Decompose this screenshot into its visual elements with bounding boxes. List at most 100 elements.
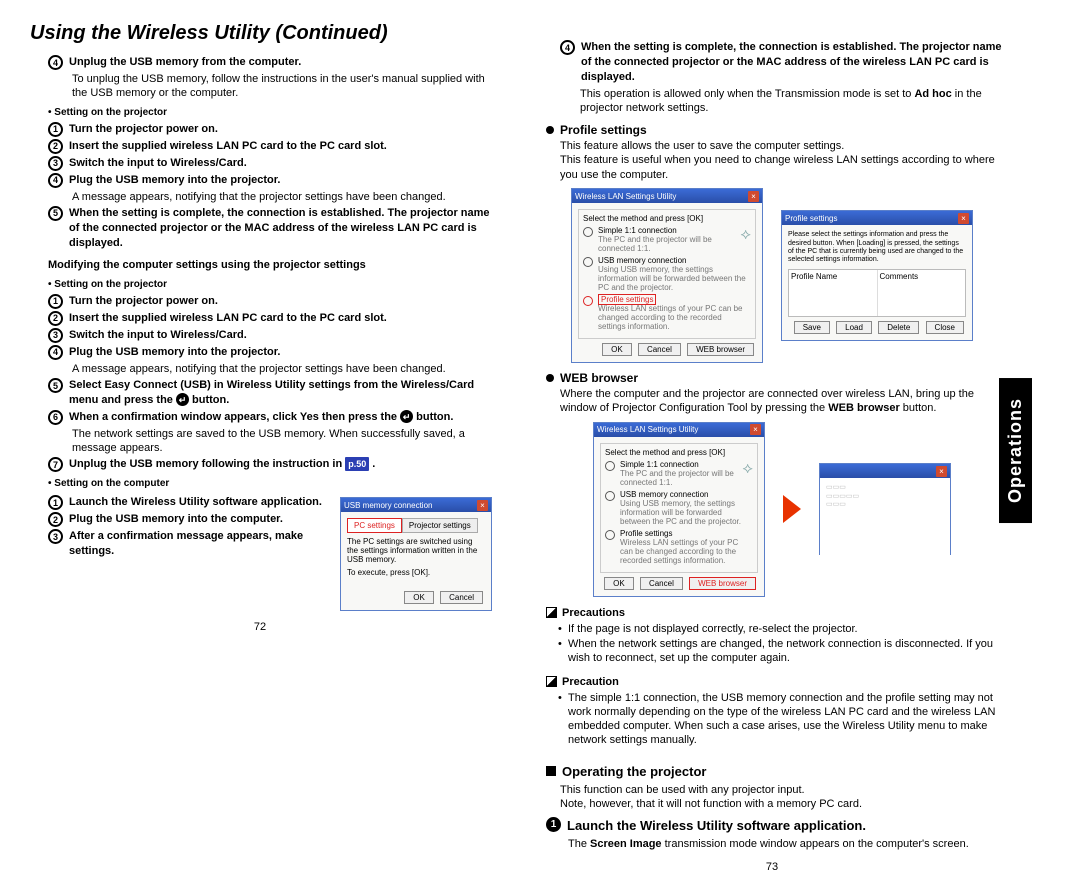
figB-close-button[interactable]: Close: [926, 321, 964, 334]
figB-colB: Comments: [878, 270, 966, 316]
radio-usb-c[interactable]: [605, 491, 615, 501]
substep-1-icon: 1: [48, 122, 63, 137]
figB-save-button[interactable]: Save: [794, 321, 830, 334]
m-sp2: Insert the supplied wireless LAN PC card…: [69, 312, 387, 324]
side-tab-operations: Operations: [999, 378, 1032, 523]
launch-detail-b: transmission mode window appears on the …: [662, 838, 969, 850]
figA-ok-button[interactable]: OK: [602, 343, 632, 356]
operating-p1: This function can be used with any proje…: [560, 783, 1004, 797]
section-square-icon: [546, 766, 556, 776]
fig1-line1: The PC settings are switched using the s…: [347, 537, 485, 564]
m-sp4-detail: A message appears, notifying that the pr…: [72, 362, 492, 376]
substep-2-icon: 2: [48, 139, 63, 154]
radio-usb[interactable]: [583, 257, 593, 267]
figA-opt2: USB memory connection: [598, 256, 686, 265]
setting-on-projector-label-1: • Setting on the projector: [48, 107, 492, 118]
figC-opt3-desc: Wireless LAN settings of your PC can be …: [620, 538, 753, 565]
figC-opt1: Simple 1:1 connection: [620, 460, 699, 469]
wifi-icon: ⟡: [740, 226, 751, 244]
operating-p2: Note, however, that it will not function…: [560, 797, 1004, 811]
precaution-icon: [546, 676, 557, 687]
profile-p1: This feature allows the user to save the…: [560, 139, 1004, 153]
close-icon[interactable]: ×: [750, 424, 761, 435]
r-substep-4-icon: 4: [560, 40, 575, 55]
radio-simple11[interactable]: [583, 227, 593, 237]
figC-opt2: USB memory connection: [620, 490, 708, 499]
radio-profile-c[interactable]: [605, 530, 615, 540]
close-icon[interactable]: ×: [958, 213, 969, 224]
setting-on-projector-label-2: • Setting on the projector: [48, 279, 492, 290]
figA-opt3-desc: Wireless LAN settings of your PC can be …: [598, 304, 751, 331]
close-icon[interactable]: ×: [748, 191, 759, 202]
c-substep-3-icon: 3: [48, 529, 63, 544]
precautions-label: Precautions: [562, 607, 625, 619]
close-icon[interactable]: ×: [477, 500, 488, 511]
sp3: Switch the input to Wireless/Card.: [69, 157, 247, 169]
operating-head: Operating the projector: [562, 764, 706, 779]
sp5: When the setting is complete, the connec…: [69, 207, 490, 249]
close-icon[interactable]: ×: [936, 466, 947, 477]
fig1-line2: To execute, press [OK].: [347, 568, 485, 577]
page-number-left: 72: [28, 621, 492, 633]
comp2: Plug the USB memory into the computer.: [69, 513, 283, 525]
m-substep-2-icon: 2: [48, 311, 63, 326]
wifi-icon: ⟡: [742, 460, 753, 478]
m-sp1: Turn the projector power on.: [69, 295, 218, 307]
sc5: Select Easy Connect (USB) in Wireless Ut…: [69, 379, 474, 406]
web-p-bold: WEB browser: [828, 402, 900, 414]
sc6-detail: The network settings are saved to the US…: [72, 427, 492, 456]
m-substep-3-icon: 3: [48, 328, 63, 343]
bullet-icon: [546, 374, 554, 382]
radio-simple11-c[interactable]: [605, 461, 615, 471]
m-substep-4-icon: 4: [48, 345, 63, 360]
figA-cancel-button[interactable]: Cancel: [638, 343, 681, 356]
figB-title: Profile settings: [785, 214, 837, 223]
r4-detail-a: This operation is allowed only when the …: [580, 88, 914, 100]
figA-opt2-desc: Using USB memory, the settings informati…: [598, 265, 751, 292]
usb-memory-dialog: USB memory connection× PC settings Proje…: [340, 497, 492, 611]
sp1: Turn the projector power on.: [69, 123, 218, 135]
comp1: Launch the Wireless Utility software app…: [69, 496, 322, 508]
m-substep-6-icon: 6: [48, 410, 63, 425]
precaution-txt: The simple 1:1 connection, the USB memor…: [558, 691, 1004, 748]
radio-profile[interactable]: [583, 296, 593, 306]
fig1-ok-button[interactable]: OK: [404, 591, 434, 604]
setting-on-computer-label: • Setting on the computer: [48, 478, 492, 489]
profile-p2: This feature is useful when you need to …: [560, 153, 1004, 182]
enter-icon-2: ↵: [400, 410, 413, 423]
bullet-icon: [546, 126, 554, 134]
sc5-end: button.: [189, 394, 229, 406]
figA-web-button[interactable]: WEB browser: [687, 343, 754, 356]
figC-title: Wireless LAN Settings Utility: [597, 425, 698, 434]
figB-colA: Profile Name: [789, 270, 878, 316]
figB-delete-button[interactable]: Delete: [878, 321, 919, 334]
figC-cancel-button[interactable]: Cancel: [640, 577, 683, 590]
figC-web-button[interactable]: WEB browser: [689, 577, 756, 590]
web-browser-head: WEB browser: [560, 371, 638, 385]
wireless-lan-settings-dialog-2: Wireless LAN Settings Utility × Select th…: [593, 422, 765, 597]
fig1-tab-pcsettings[interactable]: PC settings: [347, 518, 402, 533]
sp4-detail: A message appears, notifying that the pr…: [72, 190, 492, 204]
profile-settings-dialog: Profile settings × Please select the sett…: [781, 210, 973, 341]
figC-opt1-desc: The PC and the projector will be connect…: [620, 469, 737, 487]
m-substep-7-icon: 7: [48, 457, 63, 472]
launch-step: Launch the Wireless Utility software app…: [567, 818, 866, 833]
sc7-end: .: [369, 458, 375, 470]
prec-b: When the network settings are changed, t…: [558, 637, 1004, 666]
page-title: Using the Wireless Utility (Continued): [30, 22, 492, 45]
figB-load-button[interactable]: Load: [836, 321, 872, 334]
figC-ok-button[interactable]: OK: [604, 577, 634, 590]
sp2: Insert the supplied wireless LAN PC card…: [69, 140, 387, 152]
figC-group: Select the method and press [OK]: [605, 448, 753, 457]
wireless-lan-settings-dialog: Wireless LAN Settings Utility× Select th…: [571, 188, 763, 363]
web-p-b: button.: [900, 402, 937, 414]
launch-detail-bold: Screen Image: [590, 838, 662, 850]
fig1-cancel-button[interactable]: Cancel: [440, 591, 483, 604]
fig1-tab-projector[interactable]: Projector settings: [402, 518, 478, 533]
launch-detail-a: The: [568, 838, 590, 850]
precaution-icon: [546, 607, 557, 618]
main-step-1-icon: 1: [546, 817, 561, 832]
figA-title: Wireless LAN Settings Utility: [575, 192, 676, 201]
figB-desc: Please select the settings information a…: [788, 231, 966, 265]
step-unplug-detail: To unplug the USB memory, follow the ins…: [72, 72, 492, 101]
